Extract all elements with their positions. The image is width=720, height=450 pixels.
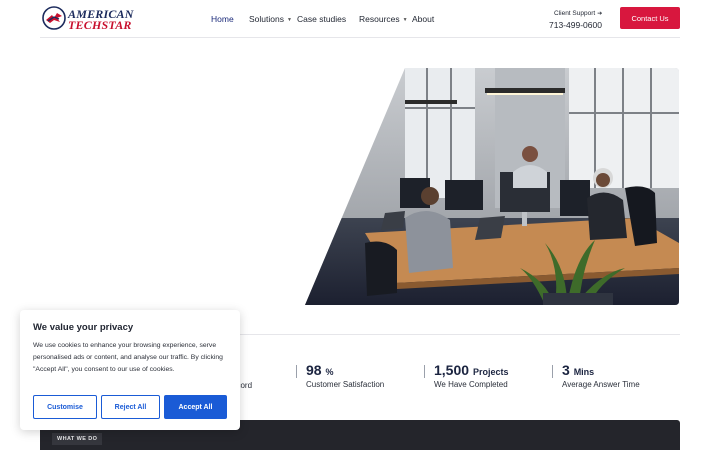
eagle-logo-icon [42,6,66,30]
stat-separator [552,365,553,378]
stat-unit: Mins [573,367,595,377]
stat-label: We Have Completed [434,380,508,389]
stat-value: 98 [306,362,322,378]
stat-value: 3 [562,362,570,378]
stat-value-row: 98 % [306,362,384,378]
stat-label: Customer Satisfaction [306,380,385,389]
brand-name-line2: TECHSTAR [68,18,132,32]
nav-resources-label: Resources [359,14,400,24]
reject-all-button[interactable]: Reject All [101,395,160,419]
stat-value-row: 1,500 Projects [434,362,508,378]
stat-unit: Projects [472,367,509,377]
contact-us-button[interactable]: Contact Us [620,7,680,29]
cookie-consent-banner: We value your privacy We use cookies to … [20,310,240,430]
cookie-description: We use cookies to enhance your browsing … [33,342,223,373]
stat-value-row: 3 Mins [562,362,640,378]
stat-separator [296,365,297,378]
brand-logo[interactable]: AMERICAN TECHSTAR [42,6,134,32]
stat-unit: % [325,367,334,377]
phone-number[interactable]: 713-499-0600 [549,20,602,30]
stat-label: Average Answer Time [562,380,640,389]
stat-answer-time: 3 Mins Average Answer Time [562,362,640,389]
nav-about[interactable]: About [412,14,434,24]
nav-resources[interactable]: Resources ▼ [359,14,408,24]
client-support-link[interactable]: Client Support ➔ [554,10,602,17]
section-tag: WHAT WE DO [52,433,103,445]
chevron-down-icon: ▼ [402,16,408,23]
stat-separator [424,365,425,378]
accept-all-button[interactable]: Accept All [164,395,227,419]
stat-value: 1,500 [434,362,470,378]
stat-projects: 1,500 Projects We Have Completed [434,362,508,389]
nav-solutions[interactable]: Solutions ▼ [249,14,292,24]
nav-case-studies[interactable]: Case studies [297,14,346,24]
chevron-down-icon: ▼ [286,16,292,23]
nav-home[interactable]: Home [211,14,234,24]
customise-button[interactable]: Customise [33,395,97,419]
header-divider [40,37,680,38]
client-support-label: Client Support [554,10,596,17]
nav-solutions-label: Solutions [249,14,284,24]
stat-satisfaction: 98 % Customer Satisfaction [306,362,384,389]
cookie-title: We value your privacy [33,322,134,333]
arrow-right-icon: ➔ [597,11,603,17]
site-header: AMERICAN TECHSTAR Home Solutions ▼ Case s… [0,0,720,38]
hero-image [305,68,679,305]
office-team-photo [305,68,679,305]
